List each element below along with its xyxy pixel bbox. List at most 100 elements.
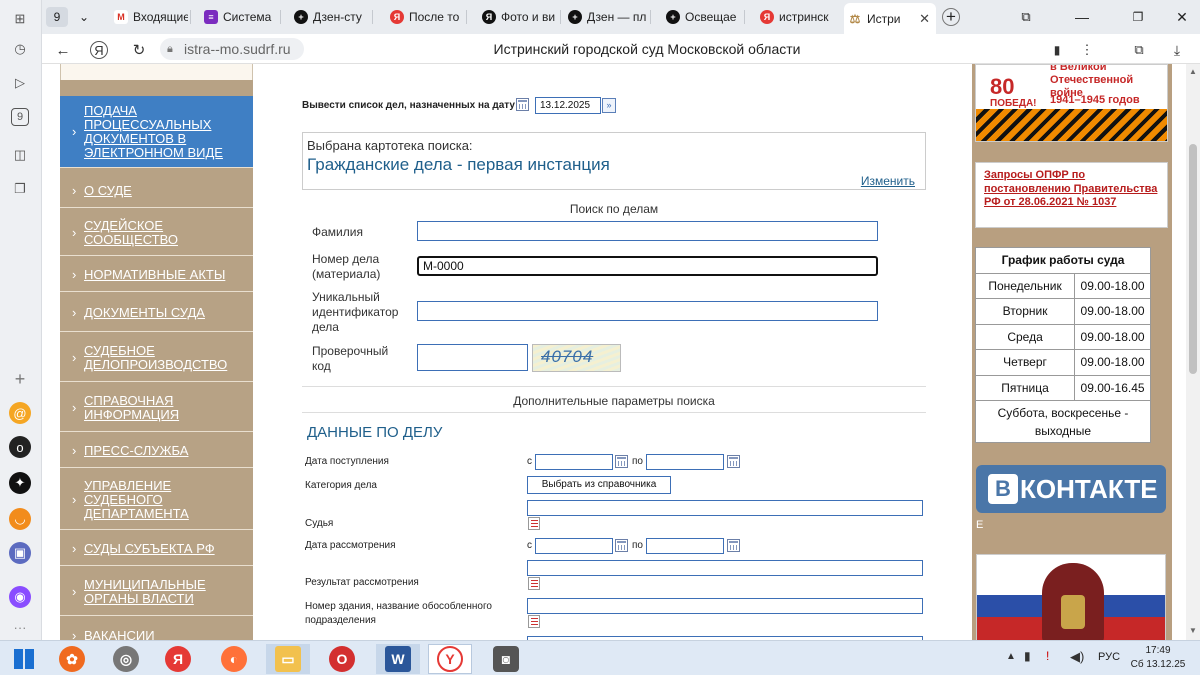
surname-input[interactable] (417, 221, 878, 241)
tab-counter-icon[interactable]: 9 (11, 108, 29, 126)
tab-count-button[interactable]: 9 (46, 7, 68, 27)
calendar-icon[interactable] (727, 455, 740, 468)
nav-item-municipal[interactable]: › МУНИЦИПАЛЬНЫЕ ОРГАНЫ ВЛАСТИ (60, 568, 253, 616)
list-picker-icon[interactable] (528, 517, 540, 530)
bookmark-icon[interactable]: ▮ (1046, 39, 1068, 61)
url-field[interactable]: 🔒︎ istra--mo.sudrf.ru (160, 38, 304, 60)
extensions-icon[interactable]: ⧉ (1128, 39, 1150, 61)
extra-params-title[interactable]: Дополнительные параметры поиска (302, 394, 926, 408)
close-window-icon[interactable]: ✕ (1172, 5, 1192, 29)
scrollbar-thumb[interactable] (1189, 144, 1197, 374)
captcha-input[interactable] (417, 344, 528, 371)
camera-icon[interactable]: ◫ (9, 144, 31, 166)
nav-item-reference[interactable]: › СПРАВОЧНАЯ ИНФОРМАЦИЯ (60, 384, 253, 432)
calendar-icon[interactable] (516, 98, 529, 111)
tab-osveshch[interactable]: + Освещае (662, 5, 742, 29)
nav-item-court-documents[interactable]: › ДОКУМЕНТЫ СУДА (60, 294, 253, 332)
nav-item-about[interactable]: › О СУДЕ (60, 174, 253, 208)
nav-item-press[interactable]: › ПРЕСС-СЛУЖБА (60, 434, 253, 468)
tab-sistema[interactable]: ≡ Система (200, 5, 278, 29)
dzen-icon[interactable]: ◡ (9, 508, 31, 530)
received-to-input[interactable] (646, 454, 724, 470)
alert-icon[interactable]: ! (1046, 649, 1049, 663)
yandex-logo-icon[interactable]: Я (90, 41, 108, 59)
word-icon[interactable]: W (376, 644, 420, 674)
tab-dzen-studio[interactable]: + Дзен-сту (290, 5, 370, 29)
uid-input[interactable] (417, 301, 878, 321)
calendar-icon[interactable] (615, 539, 628, 552)
more-dots-icon[interactable]: ··· (9, 616, 31, 638)
tab-istra-court[interactable]: ⚖ Истри ✕ (844, 3, 936, 34)
nav-item-normative-acts[interactable]: › НОРМАТИВНЫЕ АКТЫ (60, 258, 253, 292)
case-number-input[interactable]: М-0000 (417, 256, 878, 276)
scroll-down-icon[interactable]: ▼ (1189, 626, 1197, 635)
nav-item-electronic-submission[interactable]: › ПОДАЧА ПРОЦЕССУАЛЬНЫХ ДОКУМЕНТОВ В ЭЛЕК… (60, 96, 253, 168)
alice-icon[interactable]: ◉ (9, 586, 31, 608)
film-reel-icon[interactable]: ◎ (104, 644, 148, 674)
reload-icon[interactable]: ↻ (128, 39, 150, 61)
result-input[interactable] (527, 560, 923, 576)
nav-item-vacancies[interactable]: › ВАКАНСИИ (60, 618, 253, 640)
nav-item-judges[interactable]: › СУДЕЙСКОЕ СООБЩЕСТВО (60, 210, 253, 256)
review-from-input[interactable] (535, 538, 613, 554)
bookmarks-panel-icon[interactable]: ⧉ (1016, 5, 1036, 29)
video-call-icon[interactable]: ▣ (9, 542, 31, 564)
add-panel-icon[interactable]: + (9, 368, 31, 390)
back-arrow-icon[interactable]: ← (52, 39, 74, 61)
minimize-icon[interactable]: — (1072, 5, 1092, 29)
list-picker-icon[interactable] (528, 577, 540, 590)
new-tab-icon[interactable]: + (942, 8, 960, 26)
mail-icon[interactable]: @ (9, 402, 31, 424)
yandex-browser-icon[interactable]: Я (156, 644, 200, 674)
restore-icon[interactable]: ❐ (1128, 5, 1148, 29)
tab-istrinsk-search[interactable]: Яистринск (756, 5, 840, 29)
received-from-input[interactable] (535, 454, 613, 470)
calendar-icon[interactable] (615, 455, 628, 468)
windows-start-icon[interactable] (2, 644, 46, 674)
messenger-icon[interactable]: o (9, 436, 31, 458)
calendar-icon[interactable] (727, 539, 740, 552)
list-date-input[interactable]: 13.12.2025 (535, 97, 601, 114)
nav-item-proceedings[interactable]: › СУДЕБНОЕ ДЕЛОПРОИЗВОДСТВО (60, 334, 253, 382)
nav-item-judicial-department[interactable]: › УПРАВЛЕНИЕ СУДЕБНОГО ДЕПАРТАМЕНТА (60, 470, 253, 530)
star-app-icon[interactable]: ✦ (9, 472, 31, 494)
app-launcher-icon[interactable]: ✿ (50, 644, 94, 674)
tab-mail[interactable]: M Входящие (110, 5, 188, 29)
nav-item-regional-courts[interactable]: › СУДЫ СУБЪЕКТА РФ (60, 532, 253, 566)
file-explorer-icon[interactable]: ▭ (266, 644, 310, 674)
emblem-banner[interactable] (976, 554, 1166, 640)
history-clock-icon[interactable]: ◷ (9, 38, 31, 60)
tabs-dropdown-icon[interactable]: ⌄ (72, 5, 96, 29)
review-to-input[interactable] (646, 538, 724, 554)
network-icon[interactable]: ▮ (1024, 649, 1031, 663)
collections-icon[interactable]: ❐ (9, 178, 31, 200)
camera-app-icon[interactable]: ◙ (484, 644, 528, 674)
downloads-icon[interactable]: ⤓ (1166, 39, 1188, 61)
menu-dots-icon[interactable]: ⋮ (1076, 39, 1098, 61)
change-catalog-link[interactable]: Изменить (861, 174, 915, 188)
close-tab-icon[interactable]: ✕ (919, 11, 930, 27)
building-input[interactable] (527, 598, 923, 614)
language-indicator[interactable]: РУС (1098, 651, 1120, 663)
page-scrollbar[interactable]: ▲ ▼ (1186, 64, 1200, 640)
choose-from-directory-button[interactable]: Выбрать из справочника (527, 476, 671, 494)
tab-dzen-pl[interactable]: + Дзен — пл (564, 5, 648, 29)
opera-icon[interactable]: O (320, 644, 364, 674)
tab-photo[interactable]: Я Фото и ви (478, 5, 558, 29)
victory-banner[interactable]: 80 ПОБЕДА! в Великой Отечественной войне… (975, 64, 1168, 142)
play-icon[interactable]: ▷ (9, 72, 31, 94)
pfr-requests-link[interactable]: Запросы ОПФР по постановлению Правительс… (975, 162, 1168, 228)
yandex-active-icon[interactable]: Y (428, 644, 472, 674)
tab-posle[interactable]: Я После то (386, 5, 464, 29)
go-arrows-icon[interactable]: » (602, 98, 616, 113)
vk-banner[interactable]: В КОНТАКТЕ (976, 465, 1166, 513)
tray-overflow-icon[interactable]: ▲ (1006, 651, 1016, 662)
scroll-up-icon[interactable]: ▲ (1189, 67, 1197, 76)
speaker-icon[interactable]: ◀) (1070, 649, 1084, 665)
clock[interactable]: 17:49 Сб 13.12.25 (1128, 644, 1188, 672)
yandex-icon: Я (482, 10, 496, 24)
firefox-icon[interactable]: ◐ (212, 644, 256, 674)
judge-input[interactable] (527, 500, 923, 516)
apps-grid-icon[interactable]: ⊞ (9, 8, 31, 30)
list-picker-icon[interactable] (528, 615, 540, 628)
